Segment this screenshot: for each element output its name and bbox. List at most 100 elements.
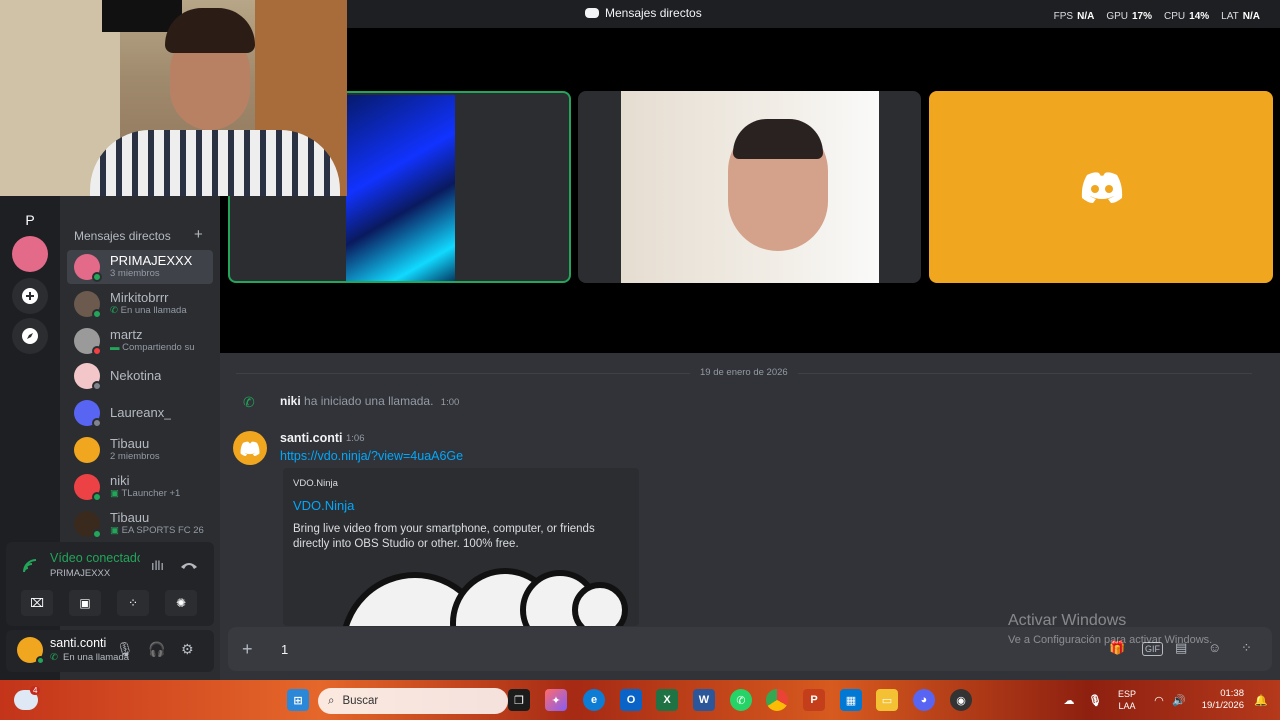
disconnect-icon[interactable] bbox=[180, 559, 198, 571]
copilot-icon: ✦ bbox=[551, 694, 561, 707]
voice-channel[interactable]: PRIMAJEXXX bbox=[50, 568, 110, 579]
start-button[interactable]: ⊞ bbox=[287, 689, 309, 711]
store-button[interactable]: ▦ bbox=[840, 689, 862, 711]
windows-watermark-title: Activar Windows bbox=[1008, 612, 1127, 629]
webcam-overlay bbox=[0, 0, 347, 196]
rail-home-letter[interactable]: P bbox=[10, 200, 50, 240]
file-explorer-button[interactable]: ▭ bbox=[876, 689, 898, 711]
status-dot bbox=[92, 529, 102, 539]
phone-icon: ✆ bbox=[50, 652, 58, 663]
composer-input[interactable]: 1 bbox=[281, 642, 288, 657]
camera-off-icon: ⌧ bbox=[30, 596, 44, 610]
language-indicator[interactable]: ESP LAA bbox=[1118, 688, 1136, 712]
headphones-button[interactable]: 🎧 bbox=[148, 641, 165, 658]
avatar bbox=[74, 363, 102, 391]
dm-item-mirkitobrrr[interactable]: Mirkitobrrr ✆ En una llamada bbox=[67, 287, 213, 321]
game-icon: ▣ bbox=[110, 488, 122, 499]
dm-item-niki[interactable]: niki ▣ TLauncher +1 bbox=[67, 470, 213, 504]
video-tile-camera[interactable] bbox=[578, 91, 921, 283]
taskbar-clock[interactable]: 01:38 19/1/2026 bbox=[1196, 688, 1244, 712]
compass-icon bbox=[22, 328, 38, 344]
camera-off-button[interactable]: ⌧ bbox=[21, 590, 53, 616]
call-user[interactable]: niki bbox=[280, 394, 301, 408]
plus-icon bbox=[22, 288, 38, 304]
whatsapp-button[interactable]: ✆ bbox=[730, 689, 752, 711]
chrome-button[interactable] bbox=[766, 689, 788, 711]
window-title-text: Mensajes directos bbox=[605, 6, 702, 20]
message-link[interactable]: https://vdo.ninja/?view=4uaA6Ge bbox=[280, 449, 463, 463]
message-author[interactable]: santi.conti bbox=[280, 431, 343, 445]
copilot-button[interactable]: ✦ bbox=[545, 689, 567, 711]
video-stream bbox=[346, 95, 455, 281]
excel-button[interactable]: X bbox=[656, 689, 678, 711]
obs-icon: ◉ bbox=[956, 694, 966, 707]
discord-taskbar-button[interactable]: ◕ bbox=[913, 689, 935, 711]
apps-button[interactable]: ⁘ bbox=[1241, 640, 1252, 656]
dm-name: niki bbox=[110, 474, 130, 488]
dm-name: Nekotina bbox=[110, 369, 162, 383]
message-avatar[interactable] bbox=[233, 431, 267, 465]
volume-icon[interactable]: 🔊 bbox=[1168, 689, 1190, 711]
dm-item-nekotina[interactable]: Nekotina bbox=[67, 359, 213, 393]
soundboard-icon: ✺ bbox=[175, 596, 187, 610]
status-dot bbox=[92, 272, 102, 282]
attach-button[interactable]: + bbox=[242, 639, 253, 660]
notifications-icon[interactable]: 🔔 bbox=[1250, 689, 1272, 711]
status-dot bbox=[92, 418, 102, 428]
mic-button[interactable]: 🎙 bbox=[116, 641, 134, 658]
embed-provider: VDO.Ninja bbox=[293, 478, 338, 489]
activities-icon: ⁘ bbox=[127, 596, 139, 610]
user-name[interactable]: santi.conti bbox=[50, 636, 106, 650]
store-icon: ▦ bbox=[845, 694, 857, 707]
status-dot bbox=[92, 309, 102, 319]
onedrive-icon[interactable]: ☁ bbox=[1058, 689, 1080, 711]
server-icon[interactable] bbox=[12, 236, 48, 272]
webcam-hair bbox=[165, 8, 255, 53]
dm-name: martz bbox=[110, 328, 143, 342]
discord-logo-icon bbox=[240, 441, 260, 456]
dm-item-tibauu[interactable]: Tibauu ▣ EA SPORTS FC 26 bbox=[67, 507, 213, 541]
voice-status[interactable]: Vídeo conectado bbox=[50, 551, 140, 565]
signal-icon bbox=[23, 559, 37, 573]
user-status-dot bbox=[36, 656, 45, 665]
dm-item-tibauu-group[interactable]: Tibauu 2 miembros bbox=[67, 433, 213, 467]
soundboard-button[interactable]: ✺ bbox=[165, 590, 197, 616]
task-view-button[interactable]: ❐ bbox=[508, 689, 530, 711]
dm-sub: ▬ Compartiendo su bbox=[110, 342, 195, 353]
avatar bbox=[74, 437, 100, 463]
dm-item-primajexxx[interactable]: PRIMAJEXXX 3 miembros bbox=[67, 250, 213, 284]
video-tile-avatar[interactable] bbox=[929, 91, 1273, 283]
avatar bbox=[74, 328, 102, 356]
wifi-icon[interactable]: ◠ bbox=[1148, 689, 1170, 711]
game-icon: ▣ bbox=[110, 525, 122, 536]
avatar bbox=[74, 511, 102, 539]
mic-tray-icon[interactable]: 🎙 bbox=[1084, 689, 1106, 711]
activities-button[interactable]: ⁘ bbox=[117, 590, 149, 616]
discord-icon bbox=[585, 8, 599, 18]
edge-icon: e bbox=[590, 694, 598, 706]
edge-button[interactable]: e bbox=[583, 689, 605, 711]
screen-share-button[interactable]: ▣ bbox=[69, 590, 101, 616]
powerpoint-button[interactable]: P bbox=[803, 689, 825, 711]
language-code: ESP bbox=[1118, 689, 1137, 699]
dm-item-laureanx[interactable]: Laureanx_ bbox=[67, 396, 213, 430]
embed-image[interactable] bbox=[340, 568, 630, 626]
discover-button[interactable] bbox=[12, 318, 48, 354]
word-button[interactable]: W bbox=[693, 689, 715, 711]
windows-icon: ⊞ bbox=[293, 694, 303, 707]
powerpoint-icon: P bbox=[810, 694, 818, 706]
webcam-shirt bbox=[90, 130, 340, 196]
embed-title[interactable]: VDO.Ninja bbox=[293, 498, 354, 513]
participant-hair bbox=[733, 119, 823, 159]
outlook-button[interactable]: O bbox=[620, 689, 642, 711]
screen-share-icon: ▣ bbox=[79, 596, 91, 610]
add-server-button[interactable] bbox=[12, 278, 48, 314]
dm-name: Mirkitobrrr bbox=[110, 291, 169, 305]
obs-button[interactable]: ◉ bbox=[950, 689, 972, 711]
taskbar-search[interactable]: ⌕ Buscar bbox=[318, 688, 508, 714]
word-icon: W bbox=[698, 694, 710, 706]
noise-suppression-icon[interactable]: ıllı bbox=[151, 558, 164, 573]
dm-item-martz[interactable]: martz ▬ Compartiendo su bbox=[67, 324, 213, 358]
new-dm-button[interactable]: + bbox=[194, 226, 203, 243]
settings-button[interactable]: ⚙ bbox=[181, 641, 194, 658]
